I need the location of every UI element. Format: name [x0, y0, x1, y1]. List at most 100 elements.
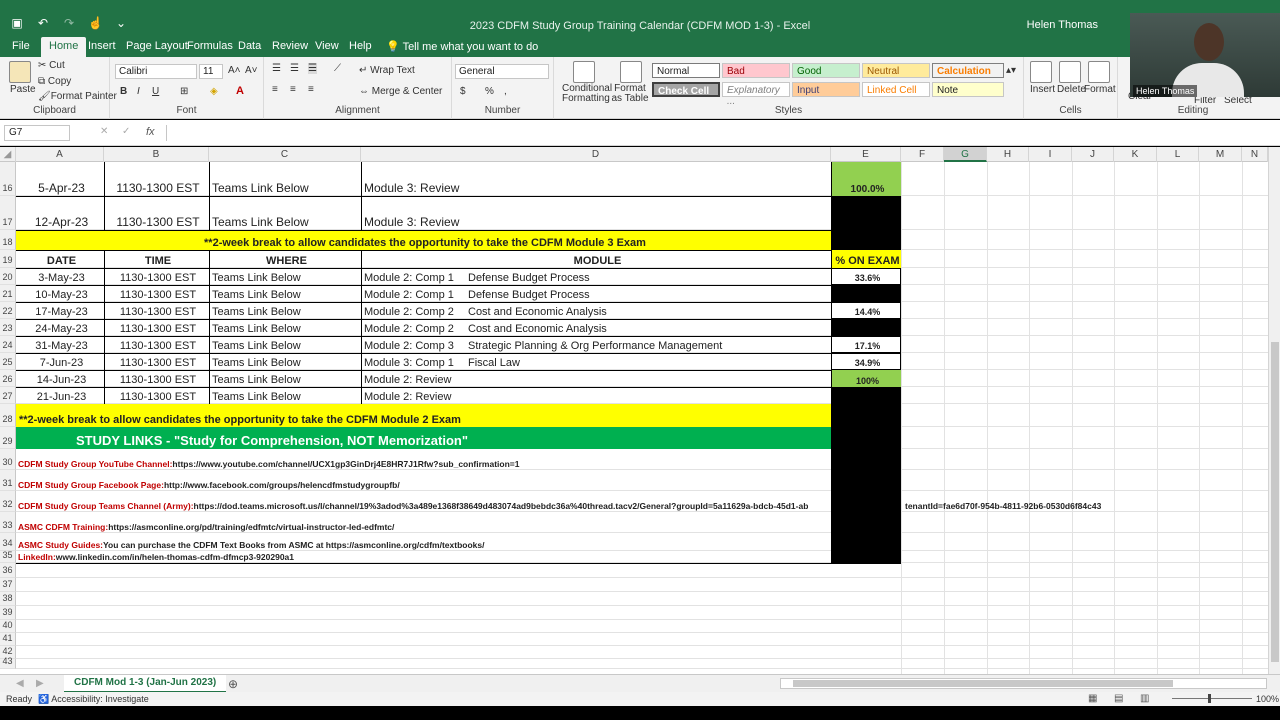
cell-module[interactable]: Module 2: Comp 3 [361, 336, 466, 353]
merge-center-button[interactable]: ⇔ Merge & Center [359, 86, 442, 97]
row-header[interactable]: 38 [0, 592, 16, 606]
grow-font-icon[interactable]: A˄ [228, 65, 241, 76]
copy-button[interactable]: ⧉ Copy [38, 76, 71, 87]
cell-time[interactable]: 1130-1300 EST [104, 370, 209, 387]
vertical-scroll-thumb[interactable] [1271, 342, 1279, 662]
col-header-l[interactable]: L [1157, 147, 1199, 162]
row-header[interactable]: 37 [0, 578, 16, 592]
cell-time[interactable]: 1130-1300 EST [104, 268, 209, 285]
cancel-icon[interactable]: ✕ [100, 126, 108, 137]
cell-date[interactable]: 17-May-23 [16, 302, 104, 319]
cell-time[interactable]: 1130-1300 EST [104, 196, 209, 230]
col-header-m[interactable]: M [1199, 147, 1242, 162]
link-url[interactable]: http://www.facebook.com/groups/helencdfm… [164, 480, 400, 490]
cell-date[interactable]: 10-May-23 [16, 285, 104, 302]
row-header[interactable]: 19 [0, 250, 16, 268]
style-neutral[interactable]: Neutral [862, 63, 930, 78]
cell-time[interactable]: 1130-1300 EST [104, 353, 209, 370]
link-row[interactable]: ASMC Study Guides: You can purchase the … [18, 533, 484, 551]
row-header[interactable]: 33 [0, 512, 16, 533]
col-header-h[interactable]: H [987, 147, 1029, 162]
italic-button[interactable]: I [137, 86, 140, 97]
cell-module[interactable]: Module 2: Comp 2 [361, 319, 466, 336]
row-header[interactable]: 17 [0, 196, 16, 230]
cell-pct[interactable]: 100.0% [831, 162, 901, 196]
cell-time[interactable]: 1130-1300 EST [104, 387, 209, 404]
header-where[interactable]: WHERE [209, 250, 361, 268]
col-header-e[interactable]: E [831, 147, 901, 162]
cell-time[interactable]: 1130-1300 EST [104, 302, 209, 319]
cell-where[interactable]: Teams Link Below [209, 285, 361, 302]
select-all-corner[interactable]: ◢ [0, 147, 16, 162]
tab-page-layout[interactable]: Page Layout [126, 40, 188, 52]
row-header[interactable]: 25 [0, 353, 16, 370]
cell-where[interactable]: Teams Link Below [209, 336, 361, 353]
col-header-i[interactable]: I [1029, 147, 1072, 162]
vertical-scrollbar[interactable] [1268, 147, 1280, 674]
cell-pct[interactable]: 100% [831, 370, 901, 387]
delete-cells-button[interactable]: Delete [1057, 84, 1086, 95]
cell-module[interactable]: Module 2: Review [361, 387, 466, 404]
format-painter-button[interactable]: 🖌Format Painter [38, 91, 117, 102]
style-explanatory[interactable]: Explanatory ... [722, 82, 790, 107]
shrink-font-icon[interactable]: A˅ [245, 65, 258, 76]
font-name-dropdown[interactable]: Calibri [115, 64, 197, 79]
row-header[interactable]: 36 [0, 563, 16, 578]
tab-file[interactable]: File [12, 40, 30, 52]
row-header[interactable]: 35 [0, 550, 16, 563]
cell-topic[interactable]: Cost and Economic Analysis [468, 319, 607, 336]
col-header-d[interactable]: D [361, 147, 831, 162]
style-calculation[interactable]: Calculation [932, 63, 1004, 78]
break-banner-mod3[interactable]: **2-week break to allow candidates the o… [16, 230, 831, 250]
cell-module[interactable]: Module 2: Review [361, 370, 466, 387]
cell-topic[interactable]: Strategic Planning & Org Performance Man… [468, 336, 722, 353]
break-banner-mod2[interactable]: **2-week break to allow candidates the o… [16, 404, 831, 427]
row-header[interactable]: 22 [0, 302, 16, 319]
col-header-c[interactable]: C [209, 147, 361, 162]
conditional-formatting-icon[interactable] [573, 61, 595, 83]
link-url[interactable]: You can purchase the CDFM Text Books fro… [103, 540, 484, 550]
row-header[interactable]: 27 [0, 387, 16, 404]
tab-data[interactable]: Data [238, 40, 261, 52]
cell-time[interactable]: 1130-1300 EST [104, 319, 209, 336]
study-links-heading[interactable]: STUDY LINKS - "Study for Comprehension, … [16, 427, 831, 449]
borders-icon[interactable]: ⊞ [180, 86, 188, 97]
cell-where[interactable]: Teams Link Below [209, 196, 361, 230]
orientation-icon[interactable]: ⟋ [334, 63, 341, 74]
align-top-icon[interactable]: ☰ [272, 63, 281, 74]
tab-formulas[interactable]: Formulas [187, 40, 233, 52]
link-url[interactable]: https://dod.teams.microsoft.us/l/channel… [194, 501, 809, 511]
col-header-b[interactable]: B [104, 147, 209, 162]
cell-date[interactable]: 14-Jun-23 [16, 370, 104, 387]
zoom-level[interactable]: 100% [1256, 694, 1279, 704]
zoom-slider-thumb[interactable] [1208, 694, 1211, 703]
cell-where[interactable]: Teams Link Below [209, 319, 361, 336]
font-color-icon[interactable]: A [236, 85, 244, 97]
cell-time[interactable]: 1130-1300 EST [104, 162, 209, 196]
style-good[interactable]: Good [792, 63, 860, 78]
row-header[interactable]: 18 [0, 230, 16, 250]
tell-me-search[interactable]: 💡 Tell me what you want to do [386, 40, 538, 53]
user-name[interactable]: Helen Thomas [1027, 19, 1098, 31]
link-row[interactable]: CDFM Study Group YouTube Channel: https:… [18, 449, 519, 470]
tab-home[interactable]: Home [41, 37, 87, 57]
format-cells-icon[interactable] [1088, 61, 1110, 83]
insert-cells-icon[interactable] [1030, 61, 1052, 83]
cut-button[interactable]: ✂ Cut [38, 60, 65, 71]
tab-insert[interactable]: Insert [88, 40, 116, 52]
align-middle-icon[interactable]: ☰ [290, 63, 299, 74]
insert-cells-button[interactable]: Insert [1030, 84, 1055, 95]
cell-where[interactable]: Teams Link Below [209, 302, 361, 319]
row-header[interactable]: 29 [0, 427, 16, 449]
tab-help[interactable]: Help [349, 40, 372, 52]
link-row[interactable]: LinkedIn: www.linkedin.com/in/helen-thom… [18, 551, 294, 563]
cell-date[interactable]: 24-May-23 [16, 319, 104, 336]
row-header[interactable]: 26 [0, 370, 16, 387]
col-header-g[interactable]: G [944, 147, 987, 162]
zoom-slider[interactable] [1172, 694, 1252, 703]
style-check-cell[interactable]: Check Cell [652, 82, 720, 97]
insert-function-button[interactable]: fx [146, 126, 155, 138]
row-header[interactable]: 23 [0, 319, 16, 336]
cell-pct[interactable] [831, 319, 901, 336]
header-time[interactable]: TIME [104, 250, 209, 268]
